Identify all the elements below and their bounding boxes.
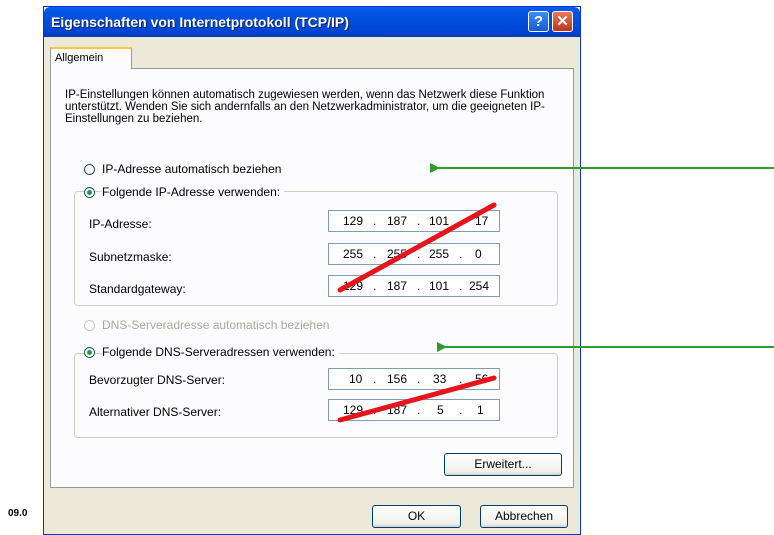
- ip-address-field[interactable]: 129 . 187 . 101 . 17: [328, 210, 500, 232]
- alternate-dns-label: Alternativer DNS-Server:: [89, 405, 222, 419]
- ok-button[interactable]: OK: [372, 505, 461, 528]
- close-button[interactable]: ✕: [552, 11, 573, 32]
- slide-date-fragment: 09.0: [8, 508, 28, 519]
- description-text: IP-Einstellungen können automatisch zuge…: [65, 89, 545, 125]
- default-gateway-label: Standardgateway:: [89, 282, 186, 296]
- ip-auto-label[interactable]: IP-Adresse automatisch beziehen: [102, 162, 286, 176]
- ip-manual-label[interactable]: Folgende IP-Adresse verwenden:: [102, 185, 285, 199]
- window-title: Eigenschaften von Internetprotokoll (TCP…: [51, 14, 349, 30]
- help-button[interactable]: ?: [528, 11, 549, 32]
- dns-auto-label: DNS-Serveradresse automatisch beziehen: [102, 318, 334, 332]
- advanced-button[interactable]: Erweitert...: [444, 453, 562, 476]
- preferred-dns-label: Bevorzugter DNS-Server:: [89, 373, 226, 387]
- dns-manual-radio[interactable]: [84, 347, 95, 358]
- subnet-mask-label: Subnetzmaske:: [89, 250, 172, 264]
- preferred-dns-field[interactable]: 10 . 156 . 33 . 56: [328, 368, 500, 390]
- tcpip-properties-dialog: Eigenschaften von Internetprotokoll (TCP…: [43, 6, 581, 535]
- ip-auto-radio[interactable]: [84, 164, 95, 175]
- cancel-button[interactable]: Abbrechen: [480, 505, 568, 528]
- subnet-mask-field[interactable]: 255 . 255 . 255 . 0: [328, 243, 500, 265]
- dns-manual-label[interactable]: Folgende DNS-Serveradressen verwenden:: [102, 345, 339, 359]
- dns-manual-group: [74, 353, 558, 438]
- default-gateway-field[interactable]: 129 . 187 . 101 . 254: [328, 275, 500, 297]
- tab-label: Allgemein: [55, 52, 104, 64]
- title-bar[interactable]: Eigenschaften von Internetprotokoll (TCP…: [44, 7, 580, 37]
- dns-auto-radio: [84, 320, 95, 331]
- ip-address-label: IP-Adresse:: [89, 217, 152, 231]
- alternate-dns-field[interactable]: 129 . 187 . 5 . 1: [328, 399, 500, 421]
- tab-allgemein[interactable]: Allgemein: [50, 47, 132, 69]
- ip-manual-radio[interactable]: [84, 187, 95, 198]
